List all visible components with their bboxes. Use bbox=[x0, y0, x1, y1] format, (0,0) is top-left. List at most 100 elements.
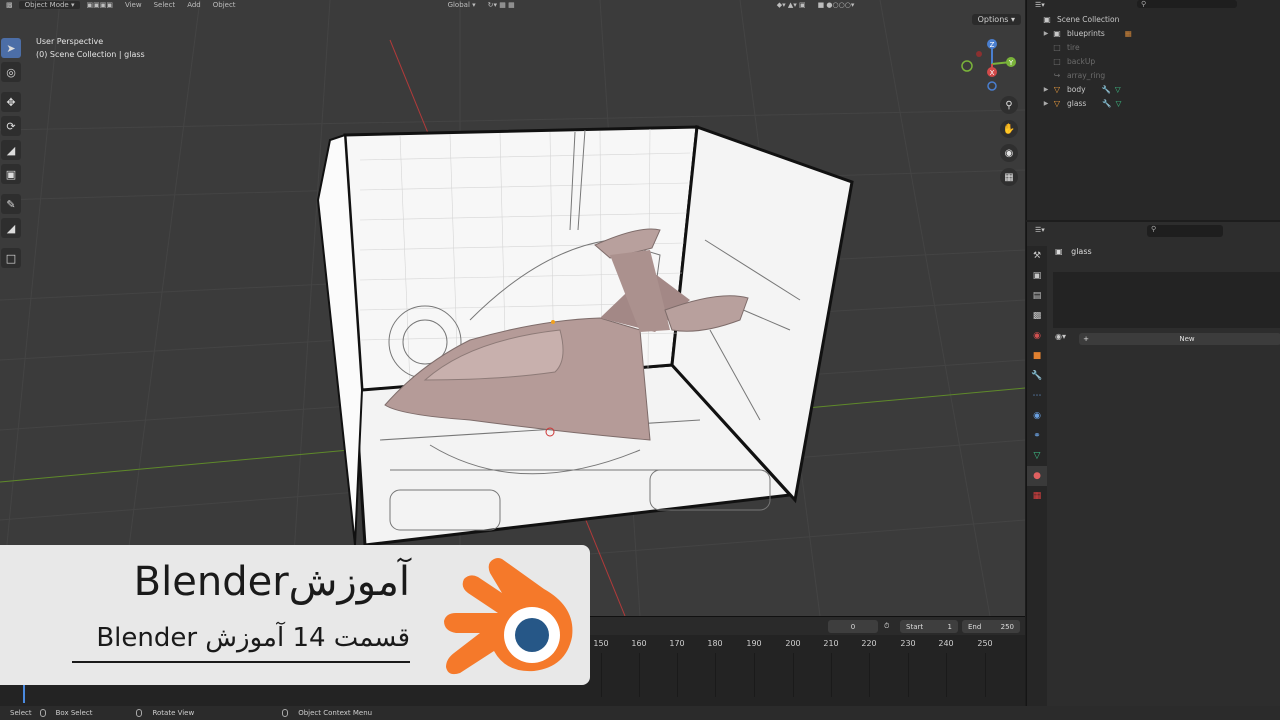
mode-dropdown[interactable]: Object Mode ▾ bbox=[18, 1, 81, 9]
end-frame-field[interactable]: End 250 bbox=[962, 620, 1020, 633]
modifier-wrench-icon[interactable]: 🔧 bbox=[1102, 85, 1111, 94]
outliner-item-tire[interactable]: □ tire bbox=[1041, 40, 1280, 54]
end-value: 250 bbox=[1000, 622, 1014, 631]
outliner-item-array-ring[interactable]: ↪ array_ring bbox=[1041, 68, 1280, 82]
outliner-item-backup[interactable]: □ backUp bbox=[1041, 54, 1280, 68]
outliner-item-blueprints[interactable]: ▶ ▣ blueprints ▦ bbox=[1041, 26, 1280, 40]
snap-icon[interactable]: ↻▾ ▦ ▦ bbox=[482, 1, 521, 9]
tick-label: 190 bbox=[746, 639, 762, 648]
scene-tab-icon[interactable]: ◉ bbox=[1027, 326, 1047, 346]
status-rotate-view: Rotate View bbox=[136, 709, 194, 717]
menu-select[interactable]: Select bbox=[148, 1, 182, 9]
menu-view[interactable]: View bbox=[119, 1, 148, 9]
particles-tab-icon[interactable]: ⋯ bbox=[1027, 386, 1047, 406]
object-icon: ▣ bbox=[1055, 247, 1063, 256]
outliner-panel: ☰▾ ⚲ ▣ Scene Collection ▶ ▣ blueprints ▦… bbox=[1026, 0, 1280, 220]
outliner-item-label: tire bbox=[1067, 42, 1080, 52]
move-tool-icon[interactable]: ✥ bbox=[1, 92, 21, 112]
banner-subtitle: قسمت 14 آموزش Blender bbox=[96, 623, 410, 653]
data-tab-icon[interactable]: ▽ bbox=[1027, 446, 1047, 466]
outliner-item-glass[interactable]: ▶ ▽ glass 🔧 ▽ bbox=[1041, 96, 1280, 110]
select-tool-icon[interactable]: ➤ bbox=[1, 38, 21, 58]
output-tab-icon[interactable]: ▤ bbox=[1027, 286, 1047, 306]
status-rotate-label: Rotate View bbox=[152, 709, 195, 717]
object-name-label: glass bbox=[1071, 247, 1092, 256]
collection-icon: □ bbox=[1053, 56, 1061, 66]
properties-search-input[interactable]: ⚲ bbox=[1147, 225, 1223, 237]
tick-label: 150 bbox=[593, 639, 609, 648]
measure-tool-icon[interactable]: ◢ bbox=[1, 218, 21, 238]
outliner-item-label: blueprints bbox=[1067, 28, 1105, 38]
material-slot-list[interactable] bbox=[1053, 272, 1280, 328]
texture-tab-icon[interactable]: ▦ bbox=[1027, 486, 1047, 506]
physics-tab-icon[interactable]: ◉ bbox=[1027, 406, 1047, 426]
menu-add[interactable]: Add bbox=[181, 1, 207, 9]
properties-panel: ☰▾ ⚲ ⚒ ▣ ▤ ▩ ◉ ■ 🔧 ⋯ ◉ ⚭ ▽ ● ▦ ▣ glass ◉… bbox=[1026, 222, 1280, 706]
outliner-root-label: Scene Collection bbox=[1057, 14, 1120, 24]
object-tab-icon[interactable]: ■ bbox=[1027, 346, 1047, 366]
tool-tab-icon[interactable]: ⚒ bbox=[1027, 246, 1047, 266]
cursor-tool-icon[interactable]: ◎ bbox=[1, 62, 21, 82]
material-tab-icon[interactable]: ● bbox=[1027, 466, 1047, 486]
shading-mode-icons[interactable]: ■ ●○○○▾ bbox=[812, 1, 861, 9]
new-material-button[interactable]: + New bbox=[1079, 333, 1280, 345]
add-cube-tool-icon[interactable]: □ bbox=[1, 248, 21, 268]
tick-label: 230 bbox=[900, 639, 916, 648]
outliner-item-label: array_ring bbox=[1067, 70, 1106, 80]
start-frame-field[interactable]: Start 1 bbox=[900, 620, 958, 633]
mesh-object-icon: ▽ bbox=[1053, 84, 1061, 94]
current-frame-field[interactable]: 0 bbox=[828, 620, 878, 633]
menu-object[interactable]: Object bbox=[207, 1, 242, 9]
plus-icon: + bbox=[1083, 335, 1089, 343]
image-icon: ▦ bbox=[1124, 28, 1132, 38]
outliner-root[interactable]: ▣ Scene Collection bbox=[1041, 12, 1280, 26]
collection-icon: ▣ bbox=[1043, 14, 1051, 24]
outliner-item-label: glass bbox=[1067, 98, 1087, 108]
tool-shelf: ➤ ◎ ✥ ⟳ ◢ ▣ ✎ ◢ □ bbox=[0, 36, 22, 272]
mesh-data-icon[interactable]: ▽ bbox=[1116, 99, 1122, 108]
expand-arrow-icon[interactable]: ▶ bbox=[1041, 100, 1051, 107]
options-dropdown[interactable]: Options ▾ bbox=[971, 14, 1021, 25]
outliner-item-label: backUp bbox=[1067, 56, 1096, 66]
banner-underline bbox=[72, 661, 410, 663]
modifier-wrench-icon[interactable]: 🔧 bbox=[1102, 99, 1111, 108]
properties-editor-icon[interactable]: ☰▾ bbox=[1035, 226, 1045, 234]
outliner-search-input[interactable]: ⚲ bbox=[1137, 0, 1237, 8]
gizmo-x-label: X bbox=[990, 69, 995, 77]
mouse-icon bbox=[136, 709, 143, 717]
scale-tool-icon[interactable]: ◢ bbox=[1, 140, 21, 160]
expand-arrow-icon[interactable]: ▶ bbox=[1041, 30, 1051, 37]
rotate-tool-icon[interactable]: ⟳ bbox=[1, 116, 21, 136]
camera-view-icon[interactable]: ◉ bbox=[1000, 144, 1018, 162]
orientation-dropdown[interactable]: Global ▾ bbox=[442, 1, 482, 9]
expand-arrow-icon[interactable]: ▶ bbox=[1041, 86, 1051, 93]
transform-tool-icon[interactable]: ▣ bbox=[1, 164, 21, 184]
zoom-icon[interactable]: ⚲ bbox=[1000, 96, 1018, 114]
constraints-tab-icon[interactable]: ⚭ bbox=[1027, 426, 1047, 446]
view-layer-tab-icon[interactable]: ▩ bbox=[1027, 306, 1047, 326]
render-tab-icon[interactable]: ▣ bbox=[1027, 266, 1047, 286]
search-icon: ⚲ bbox=[1151, 225, 1157, 233]
new-button-label: New bbox=[1179, 335, 1195, 343]
collection-icon: ▣ bbox=[1053, 28, 1061, 38]
viewport-header: ▩ Object Mode ▾ ▣▣▣▣ View Select Add Obj… bbox=[0, 0, 1025, 10]
outliner-item-body[interactable]: ▶ ▽ body 🔧 ▽ bbox=[1041, 82, 1280, 96]
gizmo-toggle-icons[interactable]: ◆▾ ▲▾ ▣ bbox=[771, 1, 812, 9]
stopwatch-icon[interactable]: ⏱ bbox=[884, 620, 896, 633]
select-mode-icons[interactable]: ▣▣▣▣ bbox=[80, 1, 118, 9]
navigation-gizmo[interactable]: Z Y X bbox=[955, 36, 1021, 92]
gizmo-z-label: Z bbox=[990, 41, 995, 49]
pan-hand-icon[interactable]: ✋ bbox=[1000, 120, 1018, 138]
grid-view-icon[interactable]: ▦ bbox=[1000, 168, 1018, 186]
playhead[interactable] bbox=[23, 683, 25, 703]
annotate-tool-icon[interactable]: ✎ bbox=[1, 194, 21, 214]
mouse-icon bbox=[39, 709, 46, 717]
outliner-editor-icon[interactable]: ☰▾ bbox=[1027, 1, 1045, 9]
material-browse-icon[interactable]: ◉▾ bbox=[1055, 332, 1066, 341]
start-value: 1 bbox=[947, 622, 952, 631]
view-perspective-label: User Perspective bbox=[36, 37, 104, 46]
mesh-data-icon[interactable]: ▽ bbox=[1115, 85, 1121, 94]
editor-type-button[interactable]: ▩ bbox=[0, 1, 19, 9]
3d-viewport[interactable]: ▩ Object Mode ▾ ▣▣▣▣ View Select Add Obj… bbox=[0, 0, 1025, 616]
modifier-tab-icon[interactable]: 🔧 bbox=[1027, 366, 1047, 386]
